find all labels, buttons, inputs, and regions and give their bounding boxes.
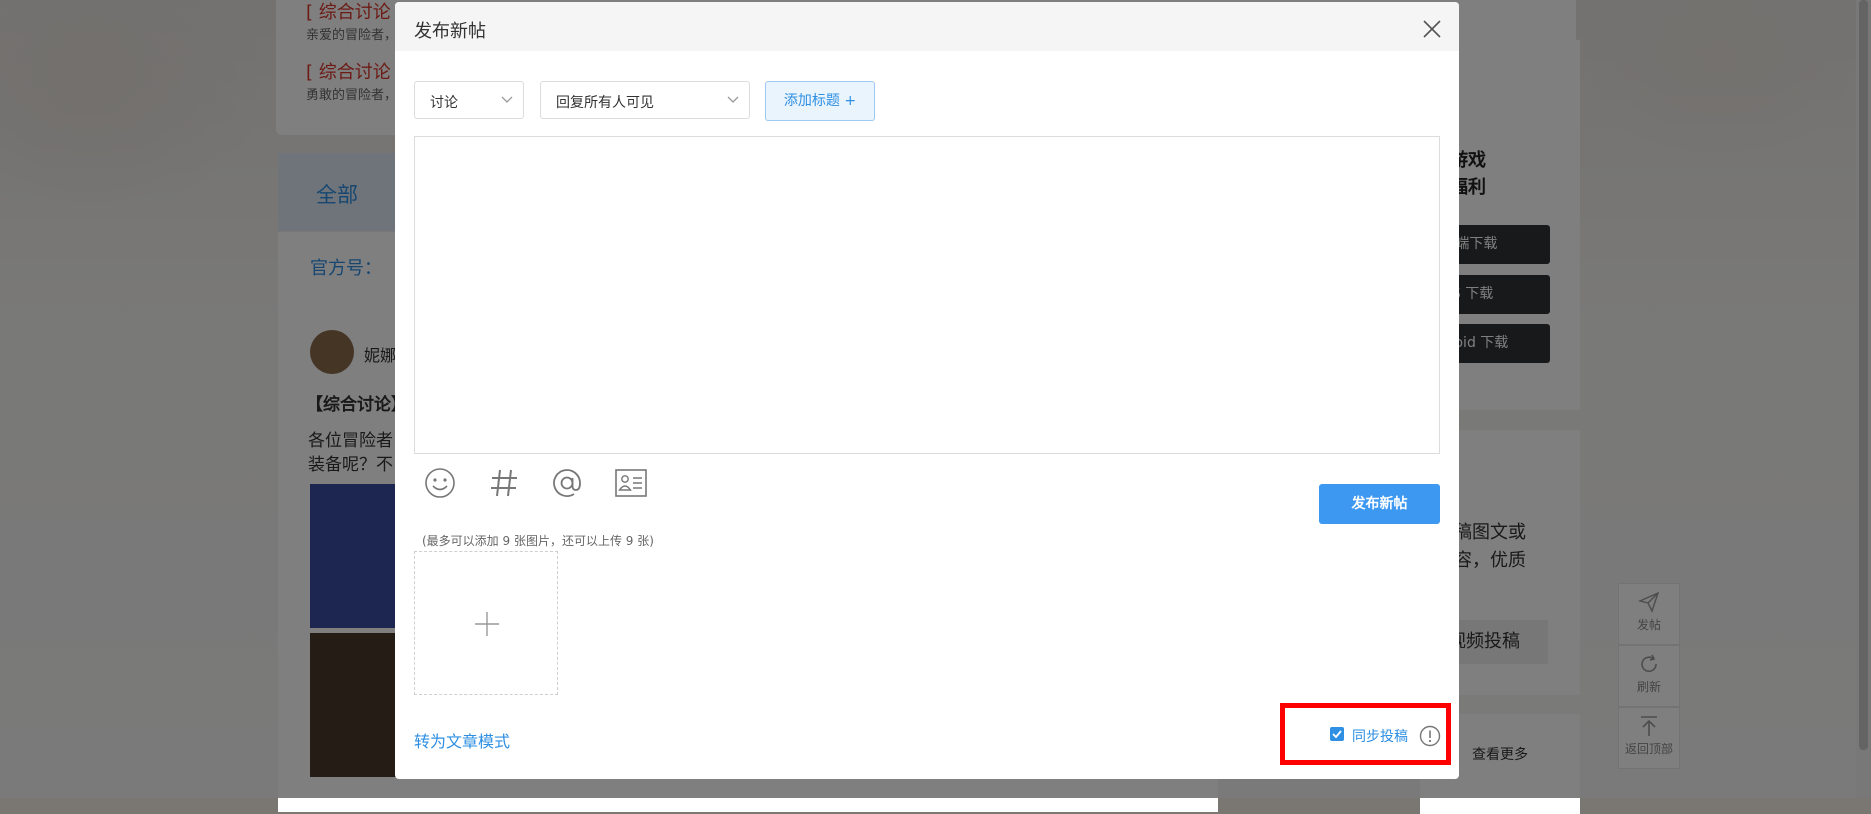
category-select[interactable]: 讨论 [414,81,524,119]
emoji-icon[interactable] [423,466,457,500]
dialog-title: 发布新帖 [414,21,486,42]
add-title-button[interactable]: 添加标题 + [765,81,875,121]
dialog-header: 发布新帖 [395,2,1459,51]
visibility-select[interactable]: 回复所有人可见 [540,81,750,119]
chevron-down-icon [727,96,739,103]
mention-icon[interactable] [550,466,584,500]
image-upload-area[interactable] [414,551,558,695]
close-icon[interactable] [1421,18,1443,40]
plus-icon [475,612,499,636]
hashtag-icon[interactable] [487,466,521,500]
upload-hint: (最多可以添加 9 张图片，还可以上传 9 张) [422,534,654,548]
chevron-down-icon [501,96,513,103]
info-icon[interactable] [1419,725,1441,747]
category-select-value: 讨论 [430,95,458,111]
visibility-select-value: 回复所有人可见 [556,95,654,111]
article-mode-link[interactable]: 转为文章模式 [414,728,510,752]
contact-card-icon[interactable] [614,466,648,500]
publish-button[interactable]: 发布新帖 [1319,484,1440,524]
post-content-editor[interactable] [414,136,1440,454]
sync-checkbox[interactable] [1330,727,1344,741]
new-post-dialog: 发布新帖 讨论 回复所有人可见 添加标题 + 发布新帖 (最多可以添加 9 张图… [395,2,1459,779]
sync-submit-label[interactable]: 同步投稿 [1352,726,1408,746]
